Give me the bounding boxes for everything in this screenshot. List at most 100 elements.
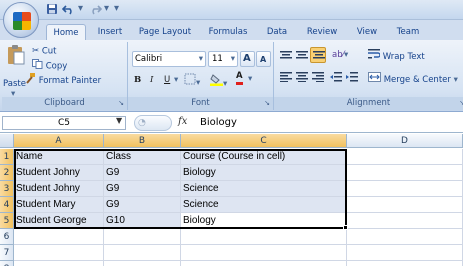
cell-c7[interactable] xyxy=(181,245,347,261)
bold-button[interactable]: B xyxy=(134,74,141,86)
cell-d2[interactable] xyxy=(347,165,463,181)
align-right-button[interactable] xyxy=(312,72,324,86)
cell-d3[interactable] xyxy=(347,181,463,197)
align-bottom-button[interactable] xyxy=(310,47,326,63)
tab-page-layout[interactable]: Page Layout xyxy=(136,24,194,40)
cell-c2[interactable]: Biology xyxy=(181,165,347,181)
tab-view[interactable]: View xyxy=(352,24,382,40)
cut-button[interactable]: ✂ Cut xyxy=(32,45,56,58)
merge-dropdown-icon[interactable]: ▾ xyxy=(454,75,458,85)
cell-b3[interactable]: G9 xyxy=(104,181,181,197)
cell-d7[interactable] xyxy=(347,245,463,261)
cell-a6[interactable] xyxy=(14,229,104,245)
decrease-indent-button[interactable] xyxy=(330,72,342,86)
redo-icon[interactable] xyxy=(88,3,103,17)
cell-b4[interactable]: G9 xyxy=(104,197,181,213)
column-header-b[interactable]: B xyxy=(104,134,181,148)
row-header-2[interactable]: 2 xyxy=(0,165,14,181)
orientation-icon: ab⁄ xyxy=(332,50,345,60)
wrap-text-button[interactable]: Wrap Text xyxy=(368,49,425,63)
cell-b2[interactable]: G9 xyxy=(104,165,181,181)
cell-a3[interactable]: Student Johny xyxy=(14,181,104,197)
row-header-6[interactable]: 6 xyxy=(0,229,14,245)
insert-function-button[interactable]: fx xyxy=(178,116,187,127)
dialog-launcher-icon[interactable]: ↘ xyxy=(264,97,270,110)
row-header-1[interactable]: 1 xyxy=(0,149,14,165)
cell-b7[interactable] xyxy=(104,245,181,261)
row-header-8[interactable]: 8 xyxy=(0,261,14,266)
cell-d1[interactable] xyxy=(347,149,463,165)
row-header-4[interactable]: 4 xyxy=(0,197,14,213)
cell-c5[interactable]: Biology xyxy=(181,213,347,229)
name-box-dropdown-icon[interactable]: ▼ xyxy=(116,116,122,125)
cell-d8[interactable] xyxy=(347,261,463,266)
row-header-7[interactable]: 7 xyxy=(0,245,14,261)
cell-c1[interactable]: Course (Course in cell) xyxy=(181,149,347,165)
fill-color-button[interactable]: ▾ xyxy=(210,73,227,90)
customize-toolbar-icon[interactable]: ▾ xyxy=(114,3,119,17)
formula-input[interactable]: Biology xyxy=(196,116,459,130)
cell-c8[interactable] xyxy=(181,261,347,266)
cell-b1[interactable]: Class xyxy=(104,149,181,165)
grow-font-button[interactable]: A xyxy=(240,51,255,67)
cell-c3[interactable]: Science xyxy=(181,181,347,197)
borders-button[interactable]: ▾ xyxy=(184,73,200,89)
cell-d4[interactable] xyxy=(347,197,463,213)
font-color-dropdown-icon[interactable]: ▾ xyxy=(248,73,252,85)
cell-a2[interactable]: Student Johny xyxy=(14,165,104,181)
cell-b6[interactable] xyxy=(104,229,181,245)
cell-b8[interactable] xyxy=(104,261,181,266)
tab-review[interactable]: Review xyxy=(302,24,342,40)
fill-handle[interactable] xyxy=(343,225,348,230)
font-color-button[interactable]: A xyxy=(236,71,243,85)
italic-button[interactable]: I xyxy=(150,74,153,86)
align-top-button[interactable] xyxy=(280,50,292,64)
align-center-button[interactable] xyxy=(296,72,308,86)
underline-button[interactable]: U xyxy=(164,74,170,86)
cell-a8[interactable] xyxy=(14,261,104,266)
format-painter-button[interactable]: Format Painter xyxy=(24,73,101,88)
column-header-a[interactable]: A xyxy=(14,134,104,148)
tab-team[interactable]: Team xyxy=(392,24,424,40)
cell-a5[interactable]: Student George xyxy=(14,213,104,229)
column-header-c[interactable]: C xyxy=(181,134,347,148)
undo-dropdown-icon[interactable]: ▾ xyxy=(78,3,83,17)
merge-center-button[interactable]: Merge & Center ▾ xyxy=(368,72,458,86)
font-name-select[interactable]: Calibri ▾ xyxy=(132,51,206,67)
cell-a7[interactable] xyxy=(14,245,104,261)
font-size-select[interactable]: 11 ▾ xyxy=(208,51,238,67)
formula-handle-icon[interactable]: ◔ xyxy=(138,118,146,128)
shrink-font-button[interactable]: A xyxy=(256,51,271,67)
redo-dropdown-icon[interactable]: ▾ xyxy=(104,3,109,17)
copy-button[interactable]: Copy xyxy=(32,59,67,73)
tab-insert[interactable]: Insert xyxy=(90,24,130,40)
cell-b5[interactable]: G10 xyxy=(104,213,181,229)
dialog-launcher-icon[interactable]: ↘ xyxy=(459,97,463,110)
cell-d6[interactable] xyxy=(347,229,463,245)
office-button[interactable] xyxy=(3,2,39,38)
align-left-button[interactable] xyxy=(280,72,292,86)
worksheet-grid[interactable]: A B C D 1 Name Class Course (Course in cell… xyxy=(0,134,463,266)
increase-indent-button[interactable] xyxy=(346,72,358,86)
dialog-launcher-icon[interactable]: ↘ xyxy=(118,97,124,110)
row-header-3[interactable]: 3 xyxy=(0,181,14,197)
name-box[interactable]: C5 xyxy=(2,116,126,130)
align-middle-button[interactable] xyxy=(296,50,308,64)
tab-home[interactable]: Home xyxy=(46,24,86,40)
underline-dropdown-icon[interactable]: ▾ xyxy=(174,74,178,86)
select-all-button[interactable] xyxy=(0,134,14,148)
cell-a4[interactable]: Student Mary xyxy=(14,197,104,213)
save-icon[interactable] xyxy=(46,3,58,17)
cell-c4[interactable]: Science xyxy=(181,197,347,213)
column-header-d[interactable]: D xyxy=(347,134,463,148)
cell-a1[interactable]: Name xyxy=(14,149,104,165)
undo-icon[interactable] xyxy=(61,3,76,17)
font-group-label: Font ↘ xyxy=(128,97,273,110)
cell-d5[interactable] xyxy=(347,213,463,229)
cell-c6[interactable] xyxy=(181,229,347,245)
tab-data[interactable]: Data xyxy=(262,24,292,40)
row-header-5[interactable]: 5 xyxy=(0,213,14,229)
tab-formulas[interactable]: Formulas xyxy=(204,24,252,40)
font-name-value: Calibri xyxy=(135,54,163,64)
orientation-button[interactable]: ab⁄▾ xyxy=(332,49,348,61)
